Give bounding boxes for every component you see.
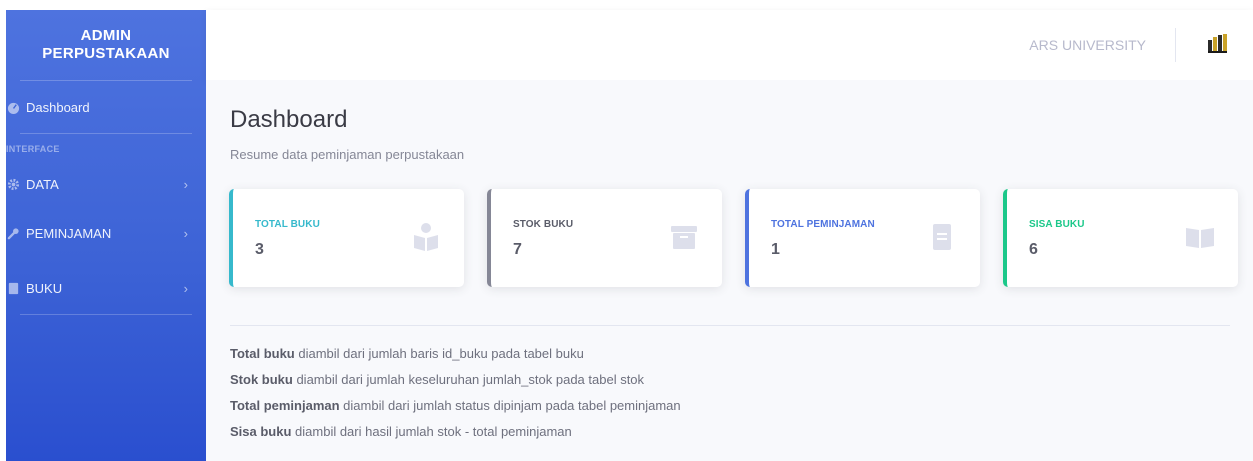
sidebar-item-label: Dashboard — [26, 99, 90, 115]
topbar: ARS UNIVERSITY — [206, 10, 1253, 80]
main-content: Dashboard Resume data peminjaman perpust… — [206, 80, 1253, 461]
notes-list: Total buku diambil dari jumlah baris id_… — [230, 345, 681, 449]
chevron-right-icon: › — [183, 225, 188, 241]
sidebar-item-label: BUKU — [26, 280, 63, 296]
sidebar-item-buku[interactable]: BUKU › — [6, 262, 206, 314]
book-icon — [6, 281, 20, 295]
note-item: Total peminjaman diambil dari jumlah sta… — [230, 397, 681, 423]
card-value: 3 — [255, 241, 264, 258]
sidebar-item-peminjaman[interactable]: PEMINJAMAN › — [6, 204, 206, 262]
tachometer-icon — [6, 100, 20, 114]
app-frame: ADMIN PERPUSTAKAAN Dashboard INTERFACE D… — [0, 0, 1253, 461]
card-label: STOK BUKU — [513, 219, 574, 230]
sidebar: ADMIN PERPUSTAKAAN Dashboard INTERFACE D… — [6, 10, 206, 461]
brand-line-2: PERPUSTAKAAN — [42, 45, 170, 62]
open-book-icon — [1184, 221, 1216, 253]
sidebar-item-label: PEMINJAMAN — [26, 225, 112, 241]
stat-card-stok-buku: STOK BUKU 7 — [487, 189, 722, 287]
stat-card-total-buku: TOTAL BUKU 3 — [229, 189, 464, 287]
sidebar-heading: INTERFACE — [6, 144, 60, 154]
stat-card-total-peminjaman: TOTAL PEMINJAMAN 1 — [745, 189, 980, 287]
page-subtitle: Resume data peminjaman perpustakaan — [230, 147, 465, 162]
stat-card-sisa-buku: SISA BUKU 6 — [1003, 189, 1238, 287]
sidebar-divider — [20, 314, 192, 315]
sidebar-item-data[interactable]: DATA › — [6, 164, 206, 204]
note-term: Stok buku — [230, 372, 293, 387]
wrench-icon — [6, 226, 20, 240]
note-item: Total buku diambil dari jumlah baris id_… — [230, 345, 681, 371]
note-term: Sisa buku — [230, 424, 292, 439]
university-name[interactable]: ARS UNIVERSITY — [1029, 37, 1146, 53]
archive-icon — [668, 221, 700, 253]
top-border — [0, 0, 1253, 10]
note-item: Sisa buku diambil dari hasil jumlah stok… — [230, 423, 681, 449]
card-value: 7 — [513, 241, 522, 258]
brand-line-1: ADMIN — [80, 27, 132, 44]
card-value: 1 — [771, 241, 780, 258]
book-icon — [926, 221, 958, 253]
sidebar-item-dashboard[interactable]: Dashboard — [6, 81, 206, 133]
card-label: TOTAL BUKU — [255, 219, 320, 230]
note-item: Stok buku diambil dari jumlah keseluruha… — [230, 371, 681, 397]
page-title: Dashboard — [230, 106, 348, 133]
section-divider — [230, 325, 1230, 326]
card-value: 6 — [1029, 241, 1038, 258]
topbar-divider — [1175, 28, 1176, 62]
chevron-right-icon: › — [183, 176, 188, 192]
university-logo-icon[interactable] — [1207, 32, 1229, 54]
chevron-right-icon: › — [183, 280, 188, 296]
card-label: TOTAL PEMINJAMAN — [771, 219, 875, 230]
reader-icon — [410, 221, 442, 253]
sidebar-brand[interactable]: ADMIN PERPUSTAKAAN — [6, 10, 206, 80]
note-text: diambil dari jumlah baris id_buku pada t… — [294, 346, 584, 361]
note-term: Total peminjaman — [230, 398, 340, 413]
note-text: diambil dari hasil jumlah stok - total p… — [291, 424, 572, 439]
note-term: Total buku — [230, 346, 295, 361]
card-label: SISA BUKU — [1029, 219, 1085, 230]
note-text: diambil dari jumlah status dipinjam pada… — [339, 398, 681, 413]
sidebar-item-label: DATA — [26, 176, 59, 192]
gear-icon — [6, 177, 20, 191]
note-text: diambil dari jumlah keseluruhan jumlah_s… — [292, 372, 645, 387]
